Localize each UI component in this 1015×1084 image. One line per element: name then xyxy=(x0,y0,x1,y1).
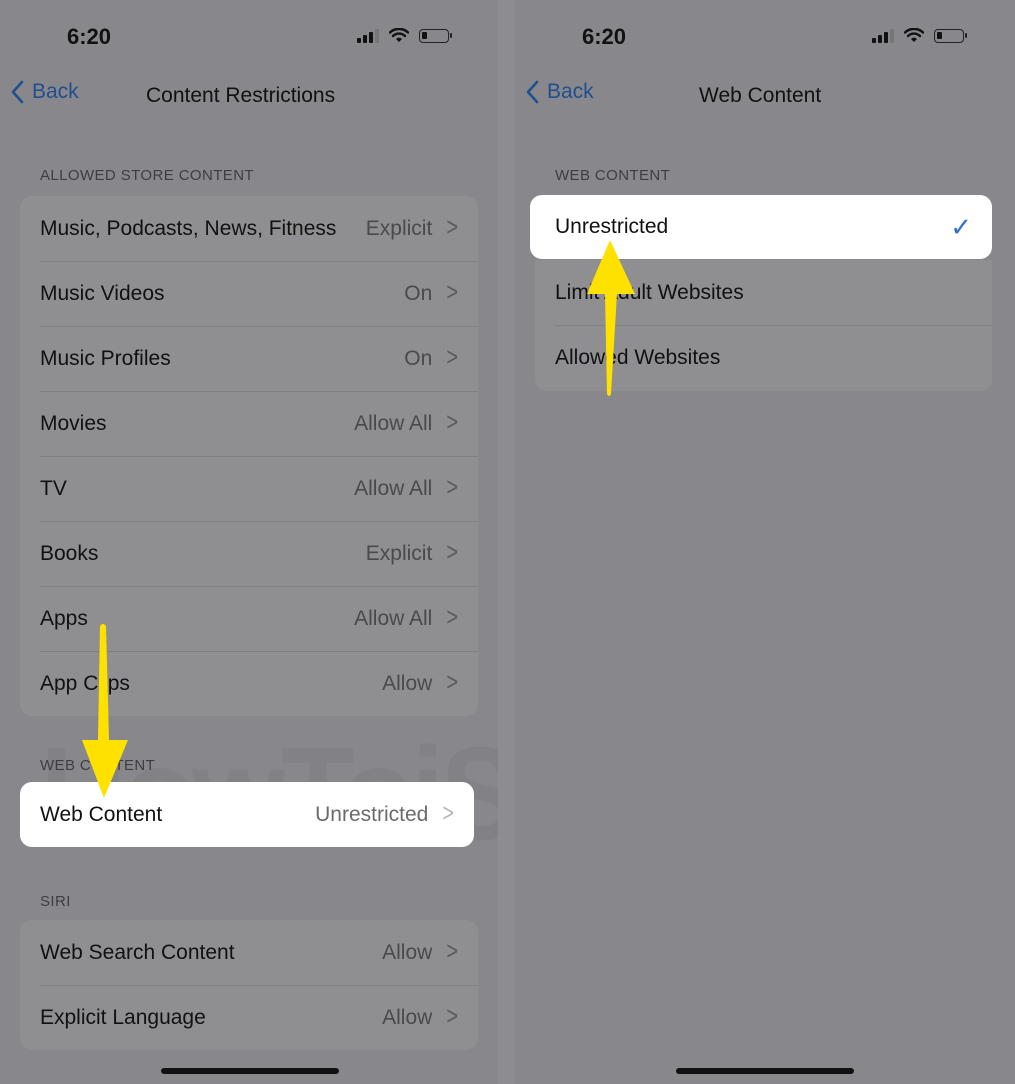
chevron-right-icon: > xyxy=(442,799,454,829)
row-music-podcasts[interactable]: Music, Podcasts, News, Fitness Explicit > xyxy=(20,196,478,261)
row-value: On xyxy=(404,346,433,370)
row-value: Explicit xyxy=(365,216,433,240)
row-music-videos[interactable]: Music Videos On > xyxy=(20,261,478,326)
wifi-icon xyxy=(904,28,924,42)
battery-icon xyxy=(419,28,452,43)
option-label: Unrestricted xyxy=(555,215,669,238)
chevron-left-icon xyxy=(11,80,24,104)
cellular-signal-icon xyxy=(872,28,894,43)
row-label: Movies xyxy=(40,411,107,435)
row-label: Music, Podcasts, News, Fitness xyxy=(40,216,337,240)
row-value: Allow xyxy=(382,1005,433,1029)
row-value: Allow All xyxy=(354,476,433,500)
siri-group: Web Search Content Allow > Explicit Langua… xyxy=(20,920,478,1050)
status-time: 6:20 xyxy=(582,24,627,49)
row-value: Explicit xyxy=(365,541,433,565)
chevron-right-icon: > xyxy=(446,937,458,967)
nav-bar: Back Web Content xyxy=(515,80,1015,114)
row-label: App Clips xyxy=(40,671,130,695)
row-books[interactable]: Books Explicit > xyxy=(20,521,478,586)
section-header-web: WEB CONTENT xyxy=(40,757,156,774)
chevron-right-icon: > xyxy=(446,603,458,633)
web-options-group: Limit Adult Websites Allowed Websites xyxy=(535,260,992,391)
status-icons xyxy=(872,28,967,43)
row-value: Allow xyxy=(382,671,433,695)
row-movies[interactable]: Movies Allow All > xyxy=(20,391,478,456)
chevron-right-icon: > xyxy=(446,278,458,308)
chevron-right-icon: > xyxy=(446,1002,458,1032)
store-content-group: Music, Podcasts, News, Fitness Explicit > … xyxy=(20,196,478,716)
unrestricted-highlight: Unrestricted ✓ xyxy=(530,195,992,259)
row-apps[interactable]: Apps Allow All > xyxy=(20,586,478,651)
row-value: Unrestricted xyxy=(315,802,429,826)
status-time: 6:20 xyxy=(67,24,112,49)
web-content-group: Web Content Unrestricted > xyxy=(20,782,474,847)
row-value: On xyxy=(404,281,433,305)
row-web-search-content[interactable]: Web Search Content Allow > xyxy=(20,920,478,985)
row-value: Allow All xyxy=(354,606,433,630)
back-button[interactable]: Back xyxy=(525,80,594,104)
row-value: Allow xyxy=(382,940,433,964)
chevron-right-icon: > xyxy=(446,213,458,243)
chevron-right-icon: > xyxy=(446,343,458,373)
row-value: Allow All xyxy=(354,411,433,435)
chevron-right-icon: > xyxy=(446,473,458,503)
row-explicit-language[interactable]: Explicit Language Allow > xyxy=(20,985,478,1050)
home-indicator xyxy=(676,1068,854,1074)
chevron-right-icon: > xyxy=(446,668,458,698)
row-label: Music Videos xyxy=(40,281,165,305)
row-web-content[interactable]: Web Content Unrestricted > xyxy=(20,782,474,847)
row-label: Apps xyxy=(40,606,88,630)
back-label: Back xyxy=(547,80,594,103)
battery-icon xyxy=(934,28,967,43)
home-indicator xyxy=(161,1068,339,1074)
row-label: Music Profiles xyxy=(40,346,171,370)
section-header-store: ALLOWED STORE CONTENT xyxy=(40,167,254,184)
row-app-clips[interactable]: App Clips Allow > xyxy=(20,651,478,716)
cellular-signal-icon xyxy=(357,28,379,43)
option-label: Allowed Websites xyxy=(555,345,721,369)
back-button[interactable]: Back xyxy=(10,80,79,104)
section-header-web: WEB CONTENT xyxy=(555,167,671,184)
row-label: Web Content xyxy=(40,802,163,826)
web-content-screen: 6:20 Back Web Content WEB CONTENT Limit … xyxy=(515,0,1015,1084)
panel-divider xyxy=(498,0,515,1084)
row-tv[interactable]: TV Allow All > xyxy=(20,456,478,521)
checkmark-icon: ✓ xyxy=(950,211,972,242)
nav-bar: Back Content Restrictions xyxy=(0,80,498,114)
option-allowed-websites[interactable]: Allowed Websites xyxy=(535,325,992,390)
section-header-siri: SIRI xyxy=(40,893,71,910)
chevron-left-icon xyxy=(526,80,539,104)
option-unrestricted[interactable]: Unrestricted ✓ xyxy=(530,195,992,259)
row-label: TV xyxy=(40,476,67,500)
chevron-right-icon: > xyxy=(446,408,458,438)
page-title: Web Content xyxy=(699,84,822,107)
option-label: Limit Adult Websites xyxy=(555,280,744,304)
status-icons xyxy=(357,28,452,43)
row-label: Explicit Language xyxy=(40,1005,206,1029)
row-music-profiles[interactable]: Music Profiles On > xyxy=(20,326,478,391)
back-label: Back xyxy=(32,80,79,103)
content-restrictions-screen: 6:20 Back Content Restrictions ALLOWED S… xyxy=(0,0,498,1084)
row-label: Books xyxy=(40,541,99,565)
page-title: Content Restrictions xyxy=(146,84,336,107)
wifi-icon xyxy=(389,28,409,42)
chevron-right-icon: > xyxy=(446,538,458,568)
option-limit-adult-websites[interactable]: Limit Adult Websites xyxy=(535,260,992,325)
row-label: Web Search Content xyxy=(40,940,235,964)
